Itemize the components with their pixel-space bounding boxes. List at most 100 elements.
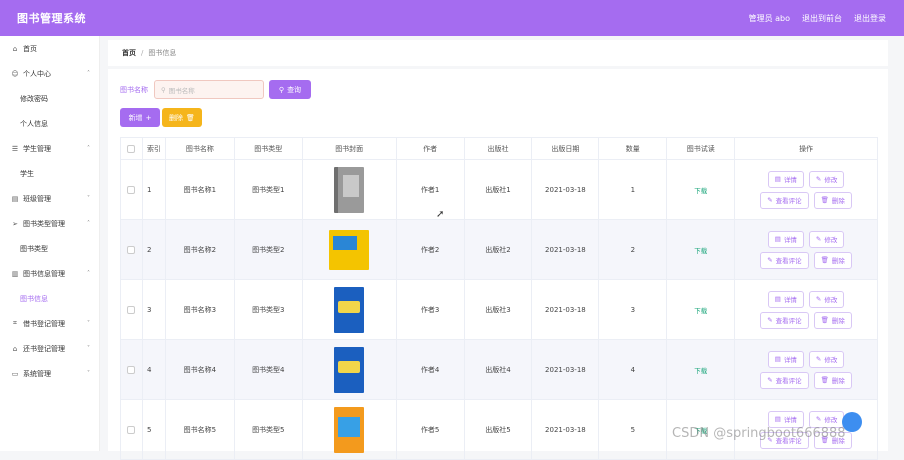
row-delete-label: 删除 bbox=[831, 197, 845, 205]
cell-name: 图书名称2 bbox=[165, 220, 235, 280]
checkbox-box bbox=[127, 185, 136, 194]
sidebar-subitem-label: 学生 bbox=[20, 169, 34, 178]
cell-cover bbox=[302, 220, 397, 280]
cell-date: 2021-03-18 bbox=[532, 160, 600, 220]
view-comments-button[interactable]: ✎ 查看评论 bbox=[760, 191, 809, 209]
edit-icon: ✎ bbox=[815, 295, 822, 303]
chevron-down-icon: ˅ bbox=[87, 195, 90, 202]
download-link[interactable]: 下载 bbox=[694, 245, 707, 255]
book-cover-image[interactable] bbox=[329, 229, 370, 270]
sidebar-subitem[interactable]: 个人信息 bbox=[0, 111, 99, 136]
search-icon: ⚲ bbox=[161, 85, 166, 94]
sidebar-item[interactable]: ⌂ 还书登记管理 ˅ bbox=[0, 336, 99, 361]
sidebar: ⌂ 首页 ☺ 个人中心 ˄ 修改密码 个人信息 ☰ 学生管理 ˄ 学生 ▤ 班级管理 ˅ ➢ 图书类型管理 ˄ 图… bbox=[0, 36, 100, 451]
mouse-cursor-icon: ➚ bbox=[436, 209, 445, 220]
delete-button[interactable]: 删除 🗑 bbox=[162, 108, 202, 127]
row-checkbox[interactable] bbox=[121, 280, 143, 340]
view-comments-label: 查看评论 bbox=[775, 197, 802, 205]
search-input[interactable]: ⚲ 图书名称 bbox=[154, 80, 264, 99]
row-delete-button[interactable]: 🗑 删除 bbox=[813, 311, 852, 329]
detail-button[interactable]: ▤ 详情 bbox=[767, 170, 804, 188]
bank-icon: ⌂ bbox=[12, 344, 18, 353]
edit-button[interactable]: ✎ 修改 bbox=[808, 230, 845, 248]
logout-link[interactable]: 退出登录 bbox=[854, 13, 886, 24]
view-comments-button[interactable]: ✎ 查看评论 bbox=[760, 371, 809, 389]
book-cover-image[interactable] bbox=[334, 406, 365, 453]
sidebar-item[interactable]: ▥ 图书信息管理 ˄ bbox=[0, 261, 99, 286]
table-header: 索引 图书名称 图书类型 图书封面 作者 出版社 出版日期 数量 图书试读 操作 bbox=[121, 138, 878, 160]
chart-icon: ▤ bbox=[11, 194, 19, 203]
column-header: 作者 bbox=[396, 138, 465, 160]
edit-button[interactable]: ✎ 修改 bbox=[808, 410, 845, 428]
sidebar-subitem-label: 图书信息 bbox=[20, 294, 48, 303]
chevron-down-icon: ˅ bbox=[87, 345, 90, 352]
row-checkbox[interactable] bbox=[121, 400, 143, 460]
sidebar-subitem[interactable]: 修改密码 bbox=[0, 86, 99, 111]
chevron-up-icon: ˄ bbox=[87, 220, 90, 227]
watermark: CSDN @springboot666888 bbox=[672, 426, 846, 441]
document-icon: ▤ bbox=[774, 355, 781, 363]
sidebar-item[interactable]: ➢ 图书类型管理 ˄ bbox=[0, 211, 99, 236]
edit-icon: ✎ bbox=[767, 196, 773, 204]
crop-icon: ⌗ bbox=[13, 319, 17, 327]
edit-icon: ✎ bbox=[815, 355, 822, 363]
edit-button[interactable]: ✎ 修改 bbox=[808, 290, 845, 308]
row-delete-button[interactable]: 🗑 删除 bbox=[813, 251, 852, 269]
row-checkbox[interactable] bbox=[121, 220, 143, 280]
sidebar-subitem[interactable]: 图书信息 bbox=[0, 286, 99, 311]
cell-type: 图书类型2 bbox=[234, 220, 303, 280]
search-icon: ⚲ bbox=[278, 85, 285, 94]
cell-type: 图书类型4 bbox=[234, 340, 303, 400]
download-link[interactable]: 下载 bbox=[694, 365, 707, 375]
detail-button[interactable]: ▤ 详情 bbox=[767, 350, 804, 368]
column-header: 出版日期 bbox=[532, 138, 600, 160]
plus-icon: + bbox=[145, 113, 152, 122]
query-button[interactable]: ⚲ 查询 bbox=[269, 80, 311, 99]
cell-trial: 下载 bbox=[667, 220, 736, 280]
edit-button[interactable]: ✎ 修改 bbox=[808, 350, 845, 368]
home-icon: ⌂ bbox=[12, 44, 18, 53]
column-header: 图书类型 bbox=[234, 138, 303, 160]
book-table: 索引 图书名称 图书类型 图书封面 作者 出版社 出版日期 数量 图书试读 操作 1 图书名称1 图书… bbox=[120, 137, 878, 460]
app-title: 图书管理系统 bbox=[17, 12, 86, 25]
sidebar-item[interactable]: ▭ 系统管理 ˅ bbox=[0, 361, 99, 386]
edit-button[interactable]: ✎ 修改 bbox=[808, 170, 845, 188]
book-cover-image[interactable] bbox=[334, 166, 365, 213]
row-checkbox[interactable] bbox=[121, 340, 143, 400]
row-delete-button[interactable]: 🗑 删除 bbox=[813, 371, 852, 389]
breadcrumb-home[interactable]: 首页 bbox=[122, 48, 136, 58]
edit-button-label: 修改 bbox=[824, 236, 838, 244]
cell-trial: 下载 bbox=[667, 280, 736, 340]
detail-button[interactable]: ▤ 详情 bbox=[767, 230, 804, 248]
detail-button[interactable]: ▤ 详情 bbox=[767, 290, 804, 308]
add-button[interactable]: 新增 + bbox=[120, 108, 160, 127]
select-all-checkbox[interactable] bbox=[121, 138, 143, 160]
sidebar-item[interactable]: ⌗ 借书登记管理 ˅ bbox=[0, 311, 99, 336]
cell-cover bbox=[302, 160, 397, 220]
row-delete-button[interactable]: 🗑 删除 bbox=[813, 191, 852, 209]
cell-publisher: 出版社2 bbox=[464, 220, 533, 280]
sidebar-item[interactable]: ⌂ 首页 bbox=[0, 36, 99, 61]
view-comments-button[interactable]: ✎ 查看评论 bbox=[760, 251, 809, 269]
detail-button[interactable]: ▤ 详情 bbox=[767, 410, 804, 428]
checkbox-box bbox=[127, 365, 136, 374]
book-cover-image[interactable] bbox=[334, 346, 365, 393]
detail-button-label: 详情 bbox=[783, 176, 797, 184]
sidebar-subitem[interactable]: 学生 bbox=[0, 161, 99, 186]
row-checkbox[interactable] bbox=[121, 160, 143, 220]
download-link[interactable]: 下载 bbox=[694, 305, 707, 315]
back-to-front-link[interactable]: 退出到前台 bbox=[802, 13, 842, 24]
book-cover-image[interactable] bbox=[334, 286, 365, 333]
row-delete-label: 删除 bbox=[831, 317, 845, 325]
sidebar-item[interactable]: ▤ 班级管理 ˅ bbox=[0, 186, 99, 211]
view-comments-button[interactable]: ✎ 查看评论 bbox=[760, 311, 809, 329]
edit-button-label: 修改 bbox=[824, 416, 838, 424]
trash-icon: 🗑 bbox=[820, 196, 829, 204]
sidebar-item[interactable]: ☺ 个人中心 ˄ bbox=[0, 61, 99, 86]
send-icon: ➢ bbox=[12, 219, 18, 228]
cell-quantity: 2 bbox=[599, 220, 668, 280]
sidebar-item[interactable]: ☰ 学生管理 ˄ bbox=[0, 136, 99, 161]
cell-trial: 下载 bbox=[667, 160, 736, 220]
download-link[interactable]: 下载 bbox=[694, 185, 707, 195]
sidebar-subitem[interactable]: 图书类型 bbox=[0, 236, 99, 261]
